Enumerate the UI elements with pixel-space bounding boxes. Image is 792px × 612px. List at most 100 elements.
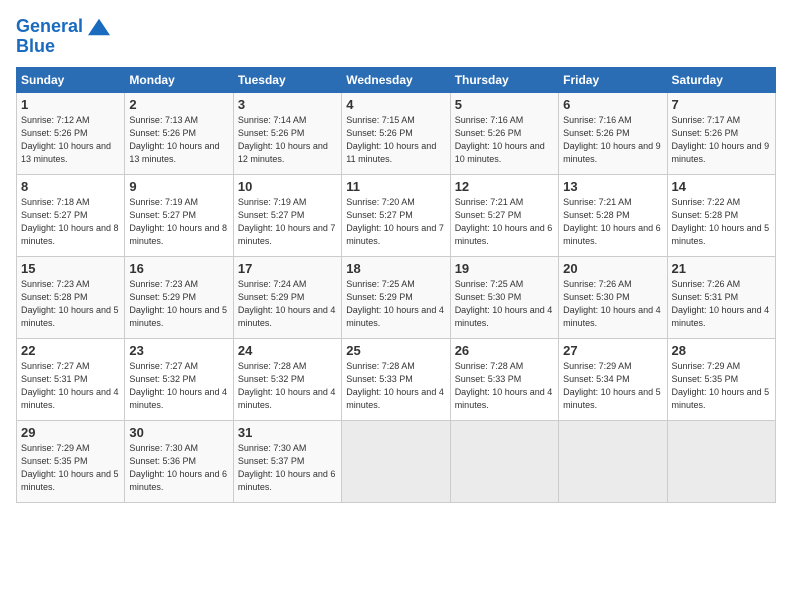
calendar-cell: 7Sunrise: 7:17 AMSunset: 5:26 PMDaylight… xyxy=(667,93,775,175)
day-info: Sunrise: 7:15 AMSunset: 5:26 PMDaylight:… xyxy=(346,114,445,166)
day-info: Sunrise: 7:16 AMSunset: 5:26 PMDaylight:… xyxy=(563,114,662,166)
day-number: 25 xyxy=(346,343,445,358)
day-info: Sunrise: 7:12 AMSunset: 5:26 PMDaylight:… xyxy=(21,114,120,166)
day-info: Sunrise: 7:26 AMSunset: 5:30 PMDaylight:… xyxy=(563,278,662,330)
day-number: 13 xyxy=(563,179,662,194)
calendar-cell: 1 Sunrise: 7:12 AMSunset: 5:26 PMDaylight… xyxy=(17,93,125,175)
day-number: 8 xyxy=(21,179,120,194)
day-number: 10 xyxy=(238,179,337,194)
calendar-cell: 5Sunrise: 7:16 AMSunset: 5:26 PMDaylight… xyxy=(450,93,558,175)
calendar-cell: 6 Sunrise: 7:16 AMSunset: 5:26 PMDaylight… xyxy=(559,93,667,175)
day-info: Sunrise: 7:14 AMSunset: 5:26 PMDaylight:… xyxy=(238,114,337,166)
calendar-cell xyxy=(342,421,450,503)
calendar-cell: 26 Sunrise: 7:28 AMSunset: 5:33 PMDayligh… xyxy=(450,339,558,421)
day-info: Sunrise: 7:30 AMSunset: 5:36 PMDaylight:… xyxy=(129,442,228,494)
day-number: 16 xyxy=(129,261,228,276)
day-number: 29 xyxy=(21,425,120,440)
day-info: Sunrise: 7:28 AMSunset: 5:33 PMDaylight:… xyxy=(455,360,554,412)
calendar-cell xyxy=(450,421,558,503)
day-info: Sunrise: 7:20 AMSunset: 5:27 PMDaylight:… xyxy=(346,196,445,248)
day-number: 1 xyxy=(21,97,120,112)
calendar-cell: 11 Sunrise: 7:20 AMSunset: 5:27 PMDayligh… xyxy=(342,175,450,257)
week-row-4: 22 Sunrise: 7:27 AMSunset: 5:31 PMDayligh… xyxy=(17,339,776,421)
day-number: 5 xyxy=(455,97,554,112)
week-row-3: 15 Sunrise: 7:23 AMSunset: 5:28 PMDayligh… xyxy=(17,257,776,339)
calendar-cell: 30 Sunrise: 7:30 AMSunset: 5:36 PMDayligh… xyxy=(125,421,233,503)
calendar-cell: 16 Sunrise: 7:23 AMSunset: 5:29 PMDayligh… xyxy=(125,257,233,339)
day-number: 24 xyxy=(238,343,337,358)
day-info: Sunrise: 7:27 AMSunset: 5:31 PMDaylight:… xyxy=(21,360,120,412)
logo-icon xyxy=(88,16,110,38)
logo-blue: Blue xyxy=(16,36,110,57)
header: General Blue xyxy=(16,16,776,57)
calendar-cell: 8 Sunrise: 7:18 AMSunset: 5:27 PMDaylight… xyxy=(17,175,125,257)
day-info: Sunrise: 7:18 AMSunset: 5:27 PMDaylight:… xyxy=(21,196,120,248)
calendar-cell: 9Sunrise: 7:19 AMSunset: 5:27 PMDaylight… xyxy=(125,175,233,257)
day-number: 22 xyxy=(21,343,120,358)
calendar-cell: 19Sunrise: 7:25 AMSunset: 5:30 PMDayligh… xyxy=(450,257,558,339)
day-info: Sunrise: 7:28 AMSunset: 5:32 PMDaylight:… xyxy=(238,360,337,412)
calendar-cell: 17Sunrise: 7:24 AMSunset: 5:29 PMDayligh… xyxy=(233,257,341,339)
day-number: 21 xyxy=(672,261,771,276)
day-info: Sunrise: 7:29 AMSunset: 5:35 PMDaylight:… xyxy=(21,442,120,494)
calendar-cell: 12 Sunrise: 7:21 AMSunset: 5:27 PMDayligh… xyxy=(450,175,558,257)
calendar-cell: 10 Sunrise: 7:19 AMSunset: 5:27 PMDayligh… xyxy=(233,175,341,257)
day-number: 26 xyxy=(455,343,554,358)
day-info: Sunrise: 7:21 AMSunset: 5:27 PMDaylight:… xyxy=(455,196,554,248)
week-row-2: 8 Sunrise: 7:18 AMSunset: 5:27 PMDaylight… xyxy=(17,175,776,257)
calendar-cell: 20 Sunrise: 7:26 AMSunset: 5:30 PMDayligh… xyxy=(559,257,667,339)
week-row-5: 29 Sunrise: 7:29 AMSunset: 5:35 PMDayligh… xyxy=(17,421,776,503)
day-info: Sunrise: 7:22 AMSunset: 5:28 PMDaylight:… xyxy=(672,196,771,248)
weekday-header-sunday: Sunday xyxy=(17,68,125,93)
day-info: Sunrise: 7:23 AMSunset: 5:29 PMDaylight:… xyxy=(129,278,228,330)
calendar-cell: 18Sunrise: 7:25 AMSunset: 5:29 PMDayligh… xyxy=(342,257,450,339)
day-number: 4 xyxy=(346,97,445,112)
calendar-cell: 23 Sunrise: 7:27 AMSunset: 5:32 PMDayligh… xyxy=(125,339,233,421)
day-number: 23 xyxy=(129,343,228,358)
day-number: 2 xyxy=(129,97,228,112)
day-number: 3 xyxy=(238,97,337,112)
day-info: Sunrise: 7:19 AMSunset: 5:27 PMDaylight:… xyxy=(238,196,337,248)
calendar-cell: 3 Sunrise: 7:14 AMSunset: 5:26 PMDaylight… xyxy=(233,93,341,175)
calendar-cell: 14 Sunrise: 7:22 AMSunset: 5:28 PMDayligh… xyxy=(667,175,775,257)
weekday-header-monday: Monday xyxy=(125,68,233,93)
day-number: 30 xyxy=(129,425,228,440)
day-info: Sunrise: 7:24 AMSunset: 5:29 PMDaylight:… xyxy=(238,278,337,330)
day-info: Sunrise: 7:30 AMSunset: 5:37 PMDaylight:… xyxy=(238,442,337,494)
day-info: Sunrise: 7:27 AMSunset: 5:32 PMDaylight:… xyxy=(129,360,228,412)
calendar-cell: 4 Sunrise: 7:15 AMSunset: 5:26 PMDaylight… xyxy=(342,93,450,175)
header-row: SundayMondayTuesdayWednesdayThursdayFrid… xyxy=(17,68,776,93)
calendar-cell: 15 Sunrise: 7:23 AMSunset: 5:28 PMDayligh… xyxy=(17,257,125,339)
calendar-table: SundayMondayTuesdayWednesdayThursdayFrid… xyxy=(16,67,776,503)
day-number: 27 xyxy=(563,343,662,358)
calendar-cell: 2 Sunrise: 7:13 AMSunset: 5:26 PMDaylight… xyxy=(125,93,233,175)
week-row-1: 1 Sunrise: 7:12 AMSunset: 5:26 PMDaylight… xyxy=(17,93,776,175)
day-number: 15 xyxy=(21,261,120,276)
day-info: Sunrise: 7:23 AMSunset: 5:28 PMDaylight:… xyxy=(21,278,120,330)
day-info: Sunrise: 7:13 AMSunset: 5:26 PMDaylight:… xyxy=(129,114,228,166)
day-number: 12 xyxy=(455,179,554,194)
weekday-header-wednesday: Wednesday xyxy=(342,68,450,93)
weekday-header-tuesday: Tuesday xyxy=(233,68,341,93)
day-number: 31 xyxy=(238,425,337,440)
calendar-cell: 22 Sunrise: 7:27 AMSunset: 5:31 PMDayligh… xyxy=(17,339,125,421)
weekday-header-friday: Friday xyxy=(559,68,667,93)
calendar-cell: 25Sunrise: 7:28 AMSunset: 5:33 PMDayligh… xyxy=(342,339,450,421)
calendar-cell: 13 Sunrise: 7:21 AMSunset: 5:28 PMDayligh… xyxy=(559,175,667,257)
day-info: Sunrise: 7:26 AMSunset: 5:31 PMDaylight:… xyxy=(672,278,771,330)
day-info: Sunrise: 7:29 AMSunset: 5:35 PMDaylight:… xyxy=(672,360,771,412)
day-number: 9 xyxy=(129,179,228,194)
day-info: Sunrise: 7:29 AMSunset: 5:34 PMDaylight:… xyxy=(563,360,662,412)
calendar-cell: 31 Sunrise: 7:30 AMSunset: 5:37 PMDayligh… xyxy=(233,421,341,503)
day-info: Sunrise: 7:21 AMSunset: 5:28 PMDaylight:… xyxy=(563,196,662,248)
day-number: 6 xyxy=(563,97,662,112)
calendar-cell: 21 Sunrise: 7:26 AMSunset: 5:31 PMDayligh… xyxy=(667,257,775,339)
day-number: 20 xyxy=(563,261,662,276)
day-number: 11 xyxy=(346,179,445,194)
day-info: Sunrise: 7:25 AMSunset: 5:29 PMDaylight:… xyxy=(346,278,445,330)
logo-general: General xyxy=(16,16,83,36)
calendar-cell: 24 Sunrise: 7:28 AMSunset: 5:32 PMDayligh… xyxy=(233,339,341,421)
weekday-header-saturday: Saturday xyxy=(667,68,775,93)
calendar-cell: 28Sunrise: 7:29 AMSunset: 5:35 PMDayligh… xyxy=(667,339,775,421)
day-number: 14 xyxy=(672,179,771,194)
